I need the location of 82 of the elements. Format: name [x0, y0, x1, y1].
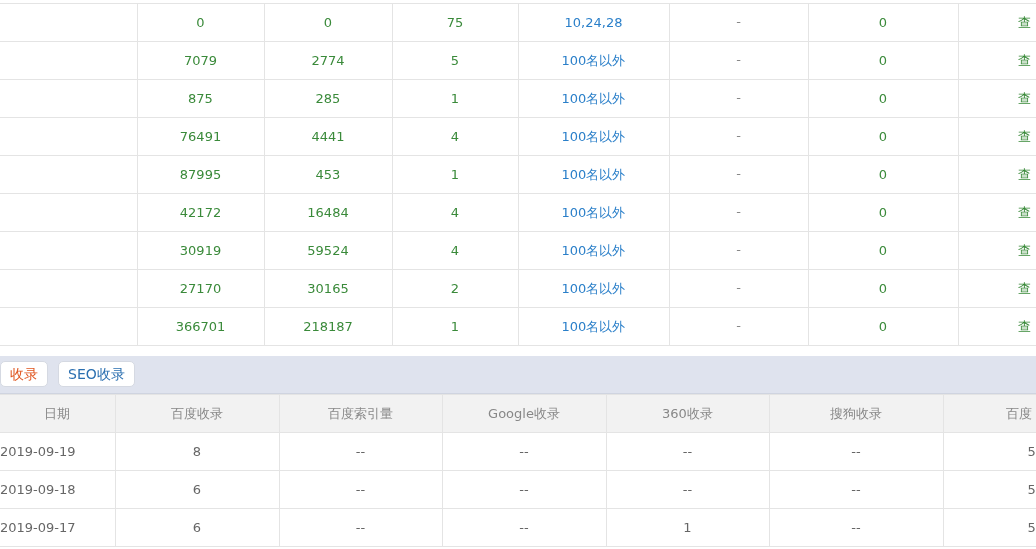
- table-cell: 0: [808, 269, 958, 308]
- table-cell: 0: [808, 155, 958, 194]
- rank-cell: 100名以外: [518, 117, 669, 156]
- table-cell: 6: [115, 470, 279, 509]
- column-header: 日期: [0, 394, 115, 433]
- table-cell: 7079: [137, 41, 264, 80]
- table-cell: 0: [808, 231, 958, 270]
- table-cell: -: [669, 79, 808, 118]
- table-cell: 1: [606, 508, 769, 547]
- rank-cell: 10,24,28: [518, 3, 669, 42]
- table-cell: 8: [115, 432, 279, 471]
- column-header: 百度: [943, 394, 1036, 433]
- table-cell: 59524: [264, 231, 392, 270]
- table-cell: 27170: [137, 269, 264, 308]
- table-cell: 87995: [137, 155, 264, 194]
- table-cell: --: [442, 470, 606, 509]
- table-cell: 0: [264, 3, 392, 42]
- column-header: 百度索引量: [279, 394, 442, 433]
- tab[interactable]: 收录: [0, 361, 48, 387]
- table-cell: 0: [137, 3, 264, 42]
- table-cell: -: [669, 117, 808, 156]
- column-header: Google收录: [442, 394, 606, 433]
- view-link[interactable]: 查: [958, 3, 1036, 42]
- table-cell: 4: [392, 231, 518, 270]
- table-cell: 0: [808, 117, 958, 156]
- table-cell: 0: [808, 3, 958, 42]
- table-cell: 2: [392, 269, 518, 308]
- table-cell: 5: [392, 41, 518, 80]
- table-cell: 2019-09-18: [0, 470, 115, 509]
- table-cell: -: [669, 269, 808, 308]
- table-cell: 76491: [137, 117, 264, 156]
- table-cell: --: [769, 470, 943, 509]
- table-cell: 2019-09-19: [0, 432, 115, 471]
- table-cell: -: [669, 3, 808, 42]
- table-cell: 6: [115, 508, 279, 547]
- table-cell: 218187: [264, 307, 392, 346]
- table-cell: --: [769, 432, 943, 471]
- table-cell: -: [669, 155, 808, 194]
- table-cell: 0: [808, 79, 958, 118]
- table-cell: 4: [392, 117, 518, 156]
- table-cell: 4441: [264, 117, 392, 156]
- table-cell: 4: [392, 193, 518, 232]
- rank-cell: 100名以外: [518, 307, 669, 346]
- table-cell: 1: [392, 155, 518, 194]
- column-header: 百度收录: [115, 394, 279, 433]
- table-cell: 366701: [137, 307, 264, 346]
- table-cell: 30919: [137, 231, 264, 270]
- table-cell: 16484: [264, 193, 392, 232]
- table-cell: 1: [392, 307, 518, 346]
- table-cell: --: [279, 470, 442, 509]
- tab[interactable]: SEO收录: [58, 361, 135, 387]
- table-cell: 1: [392, 79, 518, 118]
- table-cell: --: [606, 432, 769, 471]
- table-cell: -: [669, 231, 808, 270]
- rank-cell: 100名以外: [518, 41, 669, 80]
- table-cell: 285: [264, 79, 392, 118]
- table-cell: 30165: [264, 269, 392, 308]
- table-cell: --: [279, 432, 442, 471]
- table-cell: 75: [392, 3, 518, 42]
- table-cell: 0: [808, 193, 958, 232]
- rank-cell: 100名以外: [518, 155, 669, 194]
- table-cell: 453: [264, 155, 392, 194]
- table-cell: -: [669, 193, 808, 232]
- rank-cell: 100名以外: [518, 79, 669, 118]
- column-header: 搜狗收录: [769, 394, 943, 433]
- table-cell: 42172: [137, 193, 264, 232]
- table-cell: --: [442, 432, 606, 471]
- table-cell: --: [606, 470, 769, 509]
- rank-cell: 100名以外: [518, 231, 669, 270]
- table-cell: -: [669, 307, 808, 346]
- table-cell: 2019-09-17: [0, 508, 115, 547]
- table-cell: -: [669, 41, 808, 80]
- rank-cell: 100名以外: [518, 269, 669, 308]
- rank-cell: 100名以外: [518, 193, 669, 232]
- table-cell: 0: [808, 307, 958, 346]
- table-cell: --: [279, 508, 442, 547]
- table-cell: 2774: [264, 41, 392, 80]
- table-cell: 875: [137, 79, 264, 118]
- column-header: 360收录: [606, 394, 769, 433]
- table-cell: 0: [808, 41, 958, 80]
- table-cell: --: [769, 508, 943, 547]
- table-cell: --: [442, 508, 606, 547]
